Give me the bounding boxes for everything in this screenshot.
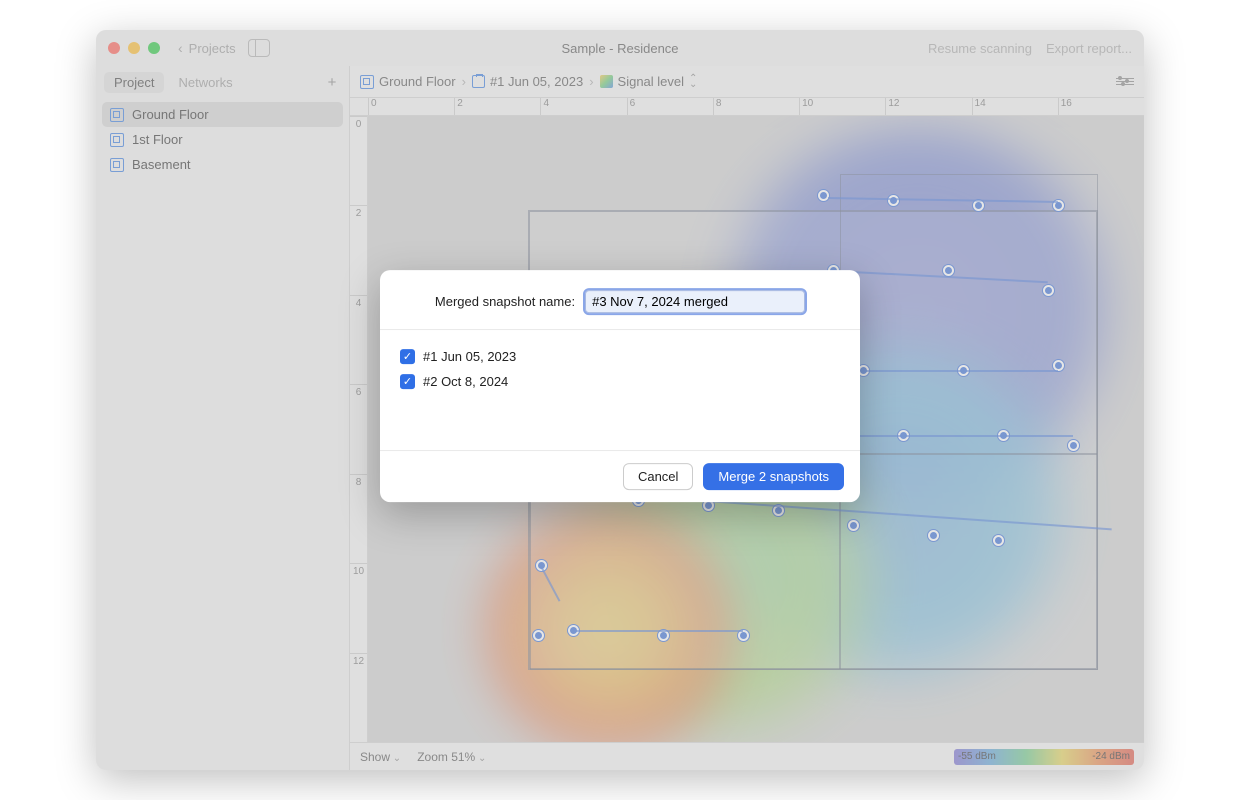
snapshot-checklist: ✓ #1 Jun 05, 2023 ✓ #2 Oct 8, 2024 [380, 329, 860, 450]
signal-legend: -55 dBm -24 dBm [954, 749, 1134, 765]
merge-snapshots-dialog: Merged snapshot name: ✓ #1 Jun 05, 2023 … [380, 270, 860, 502]
sidebar-item-ground-floor[interactable]: Ground Floor [102, 102, 343, 127]
legend-min: -55 dBm [958, 751, 996, 762]
statusbar: Show Zoom 51% -55 dBm -24 dBm [350, 742, 1144, 770]
tab-project[interactable]: Project [104, 72, 164, 93]
heatmap-icon [600, 75, 613, 88]
ruler-vertical: 0 2 4 6 8 10 12 [350, 116, 368, 742]
chevron-left-icon: ‹ [178, 40, 183, 56]
close-window[interactable] [108, 42, 120, 54]
view-settings-icon[interactable] [1116, 75, 1134, 89]
toolbar-actions: Resume scanning Export report... [928, 41, 1132, 56]
floor-label: Ground Floor [132, 107, 209, 122]
back-to-projects[interactable]: ‹ Projects [178, 40, 236, 56]
sidebar: Project Networks + Ground Floor 1st Floo… [96, 66, 350, 770]
ruler-horizontal: 0 2 4 6 8 10 12 14 16 [350, 98, 1144, 116]
chevron-right-icon: › [589, 74, 593, 89]
merged-name-label: Merged snapshot name: [435, 294, 575, 309]
back-label: Projects [189, 41, 236, 56]
chevron-right-icon: › [462, 74, 466, 89]
floor-label: 1st Floor [132, 132, 183, 147]
checkbox-checked-icon[interactable]: ✓ [400, 374, 415, 389]
floor-icon [360, 75, 374, 89]
snapshot-row[interactable]: ✓ #1 Jun 05, 2023 [398, 344, 842, 369]
window-title: Sample - Residence [561, 41, 678, 56]
minimize-window[interactable] [128, 42, 140, 54]
floor-icon [110, 108, 124, 122]
window-controls [108, 42, 160, 54]
maximize-window[interactable] [148, 42, 160, 54]
zoom-menu[interactable]: Zoom 51% [417, 750, 486, 764]
sidebar-item-basement[interactable]: Basement [102, 152, 343, 177]
export-report-button[interactable]: Export report... [1046, 41, 1132, 56]
sidebar-item-1st-floor[interactable]: 1st Floor [102, 127, 343, 152]
merge-snapshots-button[interactable]: Merge 2 snapshots [703, 463, 844, 490]
legend-max: -24 dBm [1092, 751, 1130, 762]
snapshot-label: #2 Oct 8, 2024 [423, 374, 508, 389]
floor-icon [110, 133, 124, 147]
floor-label: Basement [132, 157, 191, 172]
titlebar: ‹ Projects Sample - Residence Resume sca… [96, 30, 1144, 66]
floor-icon [110, 158, 124, 172]
snapshot-row[interactable]: ✓ #2 Oct 8, 2024 [398, 369, 842, 394]
merged-name-input[interactable] [585, 290, 805, 313]
updown-icon: ⌃⌄ [689, 76, 697, 88]
breadcrumb-visualization[interactable]: Signal level ⌃⌄ [600, 74, 698, 89]
checkbox-checked-icon[interactable]: ✓ [400, 349, 415, 364]
app-window: ‹ Projects Sample - Residence Resume sca… [96, 30, 1144, 770]
floor-list: Ground Floor 1st Floor Basement [96, 98, 349, 181]
breadcrumb: Ground Floor › #1 Jun 05, 2023 › Signal … [350, 66, 1144, 98]
tab-networks[interactable]: Networks [168, 72, 242, 93]
cancel-button[interactable]: Cancel [623, 463, 693, 490]
resume-scanning-button[interactable]: Resume scanning [928, 41, 1032, 56]
breadcrumb-floor[interactable]: Ground Floor [360, 74, 456, 89]
breadcrumb-snapshot[interactable]: #1 Jun 05, 2023 [472, 74, 583, 89]
snapshot-label: #1 Jun 05, 2023 [423, 349, 516, 364]
show-menu[interactable]: Show [360, 750, 401, 764]
sidebar-toggle-icon[interactable] [248, 39, 270, 57]
snapshot-icon [472, 75, 485, 88]
add-floor-button[interactable]: + [323, 73, 341, 91]
sidebar-tabs: Project Networks + [96, 66, 349, 98]
